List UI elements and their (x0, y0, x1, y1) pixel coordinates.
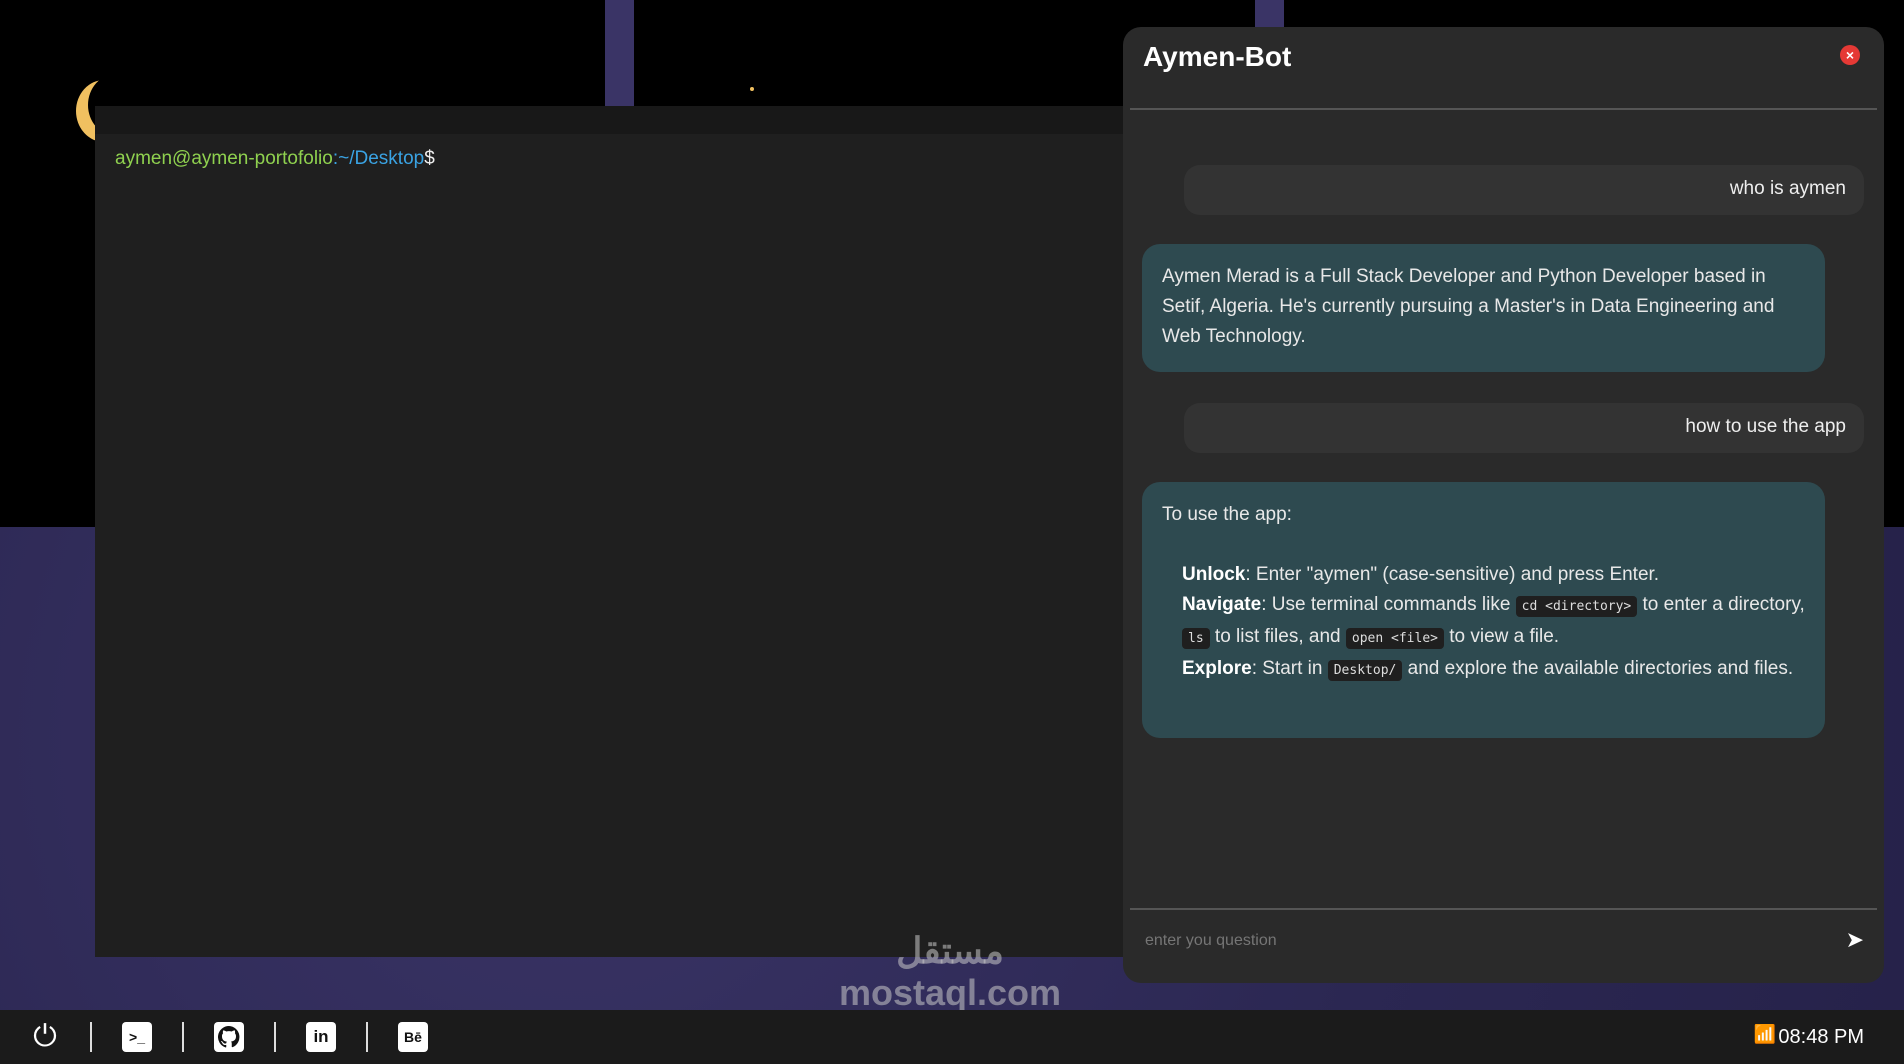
howto-unlock: Unlock: Enter "aymen" (case-sensitive) a… (1182, 564, 1660, 585)
howto-navigate: Navigate: Use terminal commands like cd … (1182, 594, 1805, 649)
watermark-arabic: مستقل (896, 930, 1004, 971)
terminal-icon[interactable]: >_ (122, 1022, 152, 1052)
send-icon[interactable]: ➤ (1846, 927, 1864, 953)
separator (182, 1022, 184, 1052)
power-icon[interactable]: ⏻ (30, 1020, 60, 1053)
user-message: how to use the app (1184, 403, 1864, 453)
question-input[interactable] (1145, 932, 1785, 950)
chatbot-panel: Aymen-Bot × who is aymen Aymen Merad is … (1123, 27, 1884, 983)
user-message: who is aymen (1184, 165, 1864, 215)
terminal-prompt[interactable]: aymen@aymen-portofolio:~/Desktop$ (95, 134, 1123, 184)
bot-message: Aymen Merad is a Full Stack Developer an… (1142, 244, 1825, 372)
howto-intro: To use the app: (1162, 504, 1292, 525)
separator (274, 1022, 276, 1052)
taskbar: ⏻ >_ in Bē 📶 08:48 PM (0, 1010, 1904, 1064)
watermark-text: mostaql.com (838, 972, 1062, 1013)
divider (1130, 908, 1877, 910)
separator (366, 1022, 368, 1052)
close-button[interactable]: × (1840, 45, 1860, 65)
bot-message: To use the app: Unlock: Enter "aymen" (c… (1142, 482, 1825, 738)
prompt-user: aymen@aymen-portofolio (115, 148, 333, 169)
chat-title: Aymen-Bot (1143, 41, 1292, 72)
behance-icon[interactable]: Bē (398, 1022, 428, 1052)
terminal-titlebar[interactable] (95, 106, 1123, 134)
star-icon (750, 87, 754, 91)
howto-explore: Explore: Start in Desktop/ and explore t… (1182, 658, 1794, 681)
prompt-path: :~/Desktop (332, 148, 425, 169)
divider (1130, 108, 1877, 110)
clock: 08:48 PM (1778, 1026, 1864, 1048)
watermark: مستقل mostaql.com (835, 930, 1065, 1014)
wifi-icon[interactable]: 📶 (1754, 1024, 1776, 1045)
linkedin-icon[interactable]: in (306, 1022, 336, 1052)
separator (90, 1022, 92, 1052)
prompt-sign: $ (424, 148, 435, 169)
github-icon[interactable] (214, 1022, 244, 1052)
terminal-window[interactable]: aymen@aymen-portofolio:~/Desktop$ (95, 106, 1123, 957)
